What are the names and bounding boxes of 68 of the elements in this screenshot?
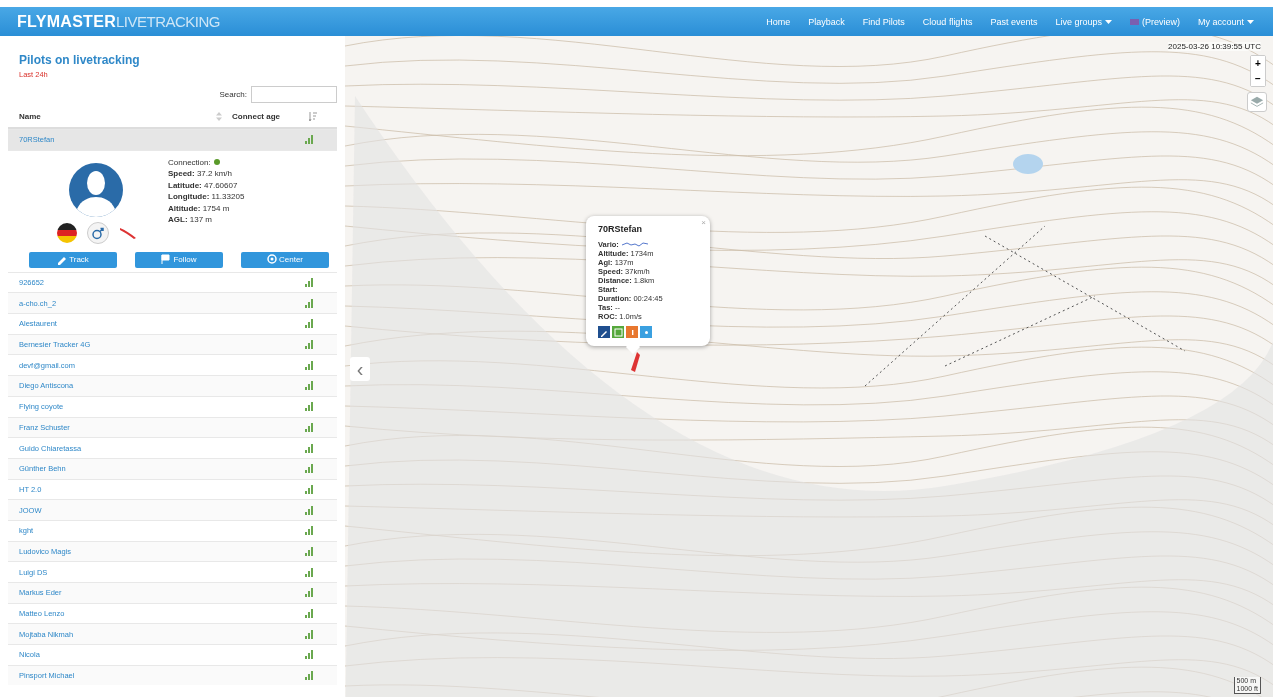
sort-icon [309, 111, 317, 121]
nav-link[interactable]: Past events [981, 16, 1047, 27]
signal-icon [305, 588, 313, 598]
signal-icon [305, 422, 313, 432]
nav-link[interactable]: Cloud flights [913, 16, 982, 27]
popup-title: 70RStefan [598, 224, 643, 234]
target-icon [267, 254, 277, 266]
layers-button[interactable] [1247, 92, 1267, 112]
signal-icon [305, 609, 313, 619]
caret-icon [1104, 19, 1112, 24]
info-button[interactable] [626, 326, 638, 338]
flag-icon [57, 222, 77, 243]
detail-text: AGL: 137 m [168, 214, 214, 226]
signal-icon [305, 298, 313, 308]
signal-icon [305, 443, 313, 453]
collapse-button[interactable]: ‹ [350, 357, 370, 381]
signal-icon [305, 484, 313, 494]
flag-icon [1129, 18, 1139, 25]
signal-icon [305, 135, 313, 145]
nav-link[interactable]: My account [1188, 16, 1263, 27]
signal-icon [305, 629, 313, 639]
column-header[interactable]: Connect age [232, 111, 309, 121]
logo[interactable]: FLYMASTERLIVETRACKING [17, 12, 221, 31]
signal-icon [305, 464, 313, 474]
column-header[interactable]: Name [19, 111, 216, 121]
timestamp: 2025-03-26 10:39:55 UTC [1168, 42, 1261, 51]
panel-title: Pilots on livetracking [19, 53, 141, 67]
signal-icon [305, 402, 313, 412]
share-button[interactable] [640, 326, 652, 338]
male-symbol-icon [87, 221, 109, 244]
layers-icon [1250, 95, 1264, 109]
nav-link[interactable]: Home [757, 16, 800, 27]
signal-icon [305, 671, 313, 681]
close-button[interactable]: × [701, 218, 706, 227]
caret-icon [1247, 19, 1254, 24]
nav-link[interactable]: Find Pilots [853, 16, 914, 27]
connection-label: Connection: [168, 156, 211, 169]
pencil-icon [57, 254, 68, 266]
signal-icon [305, 360, 313, 370]
nav-link[interactable]: Playback [799, 16, 854, 27]
vario-sparkline [621, 242, 648, 247]
pencil-button[interactable] [598, 326, 610, 338]
detail-text: Longitude: 11.33205 [168, 191, 245, 203]
signal-icon [305, 278, 313, 288]
nav-link[interactable]: Live groups [1046, 16, 1121, 27]
avatar-icon [68, 162, 123, 217]
glider-icon [630, 352, 640, 372]
detail-text: Speed: 37.2 km/h [168, 168, 234, 180]
signal-icon [305, 381, 313, 391]
signal-icon [305, 505, 313, 515]
sidebar-button[interactable]: Center [241, 251, 329, 268]
flag-icon [161, 254, 172, 266]
signal-icon [305, 650, 313, 660]
signal-icon [305, 340, 313, 350]
search-field[interactable] [251, 86, 337, 103]
sidebar-button[interactable]: Follow [135, 251, 223, 268]
chart-icon [612, 326, 624, 338]
detail-text: Altitude: 1754 m [168, 202, 231, 215]
signal-icon [305, 546, 313, 556]
signal-icon [305, 567, 313, 577]
search-label: Search: [219, 90, 247, 99]
nav-link[interactable]: (Preview) [1120, 16, 1189, 27]
glider-icon [119, 226, 137, 239]
detail-text: Latitude: 47.60607 [168, 179, 239, 192]
signal-icon [305, 319, 313, 329]
sidebar-button[interactable]: Track [29, 251, 117, 268]
signal-icon [305, 526, 313, 536]
sort-icon [216, 111, 222, 121]
